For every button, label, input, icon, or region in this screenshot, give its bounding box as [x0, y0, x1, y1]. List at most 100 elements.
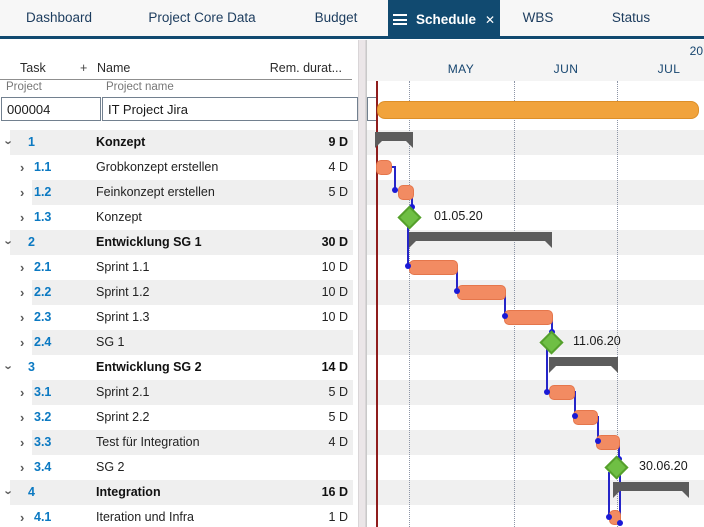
task-row[interactable]: › 2.1 Sprint 1.1 10 D	[0, 255, 358, 280]
chevron-right-icon[interactable]: ›	[20, 505, 24, 527]
task-row[interactable]: › 3.4 SG 2	[0, 455, 358, 480]
summary-bar[interactable]	[549, 357, 618, 373]
task-number: 2.3	[34, 310, 52, 324]
tab-budget[interactable]: Budget	[315, 0, 358, 36]
summary-bar[interactable]	[409, 232, 552, 248]
project-code-input[interactable]	[1, 97, 101, 121]
task-row[interactable]: › 3.3 Test für Integration 4 D	[0, 430, 358, 455]
task-number: 1.2	[34, 185, 52, 199]
gantt-month-label: JUL	[657, 62, 681, 76]
tab-project-core-data[interactable]: Project Core Data	[148, 0, 255, 36]
dependency-dot	[405, 263, 411, 269]
summary-bar[interactable]	[375, 132, 413, 148]
task-name: Konzept	[96, 210, 142, 224]
task-number: 4	[28, 485, 35, 499]
task-row[interactable]: › 1 Konzept 9 D	[0, 130, 358, 155]
task-duration: 10 D	[321, 310, 348, 324]
task-name: Sprint 1.2	[96, 285, 150, 299]
task-duration: 4 D	[328, 160, 348, 174]
summary-bar[interactable]	[613, 482, 689, 498]
gantt-row-stripe	[367, 180, 704, 205]
dependency-dot	[392, 187, 398, 193]
chevron-right-icon[interactable]: ›	[20, 305, 24, 330]
chevron-right-icon[interactable]: ›	[20, 255, 24, 280]
project-name-label: Project name	[106, 81, 174, 93]
gantt-year-label: 20	[689, 44, 703, 58]
dependency-dot	[606, 514, 612, 520]
project-code-label: Project	[6, 81, 42, 93]
task-duration: 5 D	[328, 410, 348, 424]
chevron-right-icon[interactable]: ›	[20, 280, 24, 305]
task-row[interactable]: › 2.2 Sprint 1.2 10 D	[0, 280, 358, 305]
task-name: Entwicklung SG 1	[96, 235, 202, 249]
close-icon[interactable]: ✕	[485, 2, 495, 38]
column-header-name[interactable]: Name	[97, 61, 130, 75]
gantt-row-stripe	[367, 280, 704, 305]
task-row[interactable]: › 3.1 Sprint 2.1 5 D	[0, 380, 358, 405]
panel-splitter[interactable]	[358, 40, 366, 527]
task-bar[interactable]	[398, 185, 414, 200]
chevron-right-icon[interactable]: ›	[20, 155, 24, 180]
task-row[interactable]: › 4.1 Iteration und Infra 1 D	[0, 505, 358, 527]
task-row[interactable]: › 3 Entwicklung SG 2 14 D	[0, 355, 358, 380]
column-header-task[interactable]: Task	[20, 61, 46, 75]
task-duration: 9 D	[328, 135, 348, 149]
task-row[interactable]: › 3.2 Sprint 2.2 5 D	[0, 405, 358, 430]
task-duration: 1 D	[328, 510, 348, 524]
tab-schedule[interactable]: Schedule ✕	[388, 0, 500, 39]
task-name: Sprint 2.1	[96, 385, 150, 399]
task-row[interactable]: › 2 Entwicklung SG 1 30 D	[0, 230, 358, 255]
task-name: SG 1	[96, 335, 125, 349]
chevron-right-icon[interactable]: ›	[20, 405, 24, 430]
chevron-right-icon[interactable]: ›	[20, 180, 24, 205]
tab-dashboard[interactable]: Dashboard	[26, 0, 92, 36]
chevron-down-icon[interactable]: ›	[0, 490, 22, 494]
task-row[interactable]: › 1.1 Grobkonzept erstellen 4 D	[0, 155, 358, 180]
task-bar[interactable]	[504, 310, 553, 325]
chevron-right-icon[interactable]: ›	[20, 380, 24, 405]
task-row[interactable]: › 2.3 Sprint 1.3 10 D	[0, 305, 358, 330]
tab-status[interactable]: Status	[612, 0, 650, 36]
task-bar[interactable]	[549, 385, 575, 400]
task-number: 3.4	[34, 460, 52, 474]
task-bar[interactable]	[376, 160, 392, 175]
chevron-right-icon[interactable]: ›	[20, 430, 24, 455]
task-row[interactable]: › 1.3 Konzept	[0, 205, 358, 230]
task-duration: 10 D	[321, 285, 348, 299]
gantt-panel: 20 MAY JUN JUL 01.05.20 11.06.20 30.06.20	[366, 40, 704, 527]
project-name-input[interactable]	[102, 97, 358, 121]
row-stripe	[32, 280, 353, 305]
project-bar[interactable]	[377, 101, 699, 119]
task-name: Feinkonzept erstellen	[96, 185, 215, 199]
milestone-diamond[interactable]	[397, 205, 422, 230]
column-header-duration[interactable]: Rem. durat...	[270, 61, 342, 75]
row-stripe	[10, 130, 353, 155]
add-task-button[interactable]: +	[80, 61, 87, 75]
task-name: Iteration und Infra	[96, 510, 194, 524]
chevron-right-icon[interactable]: ›	[20, 330, 24, 355]
gantt-row-stripe	[367, 130, 704, 155]
chevron-right-icon[interactable]: ›	[20, 205, 24, 230]
task-name: Grobkonzept erstellen	[96, 160, 219, 174]
table-header-row: Task + Name Rem. durat...	[0, 60, 352, 80]
task-bar[interactable]	[409, 260, 458, 275]
chevron-down-icon[interactable]: ›	[0, 365, 22, 369]
task-duration: 16 D	[321, 485, 348, 499]
task-rows: › 1 Konzept 9 D › 1.1 Grobkonzept erstellen 4 D…	[0, 130, 358, 527]
chevron-down-icon[interactable]: ›	[0, 140, 22, 144]
task-duration: 4 D	[328, 435, 348, 449]
task-row[interactable]: › 1.2 Feinkonzept erstellen 5 D	[0, 180, 358, 205]
tab-wbs[interactable]: WBS	[523, 0, 554, 36]
task-row[interactable]: › 4 Integration 16 D	[0, 480, 358, 505]
task-bar[interactable]	[457, 285, 506, 300]
task-number: 3.1	[34, 385, 52, 399]
task-duration: 5 D	[328, 185, 348, 199]
hamburger-icon	[392, 12, 407, 28]
dependency-dot	[572, 413, 578, 419]
milestone-date-label: 11.06.20	[573, 334, 621, 348]
task-row[interactable]: › 2.4 SG 1	[0, 330, 358, 355]
chevron-down-icon[interactable]: ›	[0, 240, 22, 244]
month-gridline	[514, 81, 515, 527]
milestone-date-label: 01.05.20	[434, 209, 483, 223]
chevron-right-icon[interactable]: ›	[20, 455, 24, 480]
